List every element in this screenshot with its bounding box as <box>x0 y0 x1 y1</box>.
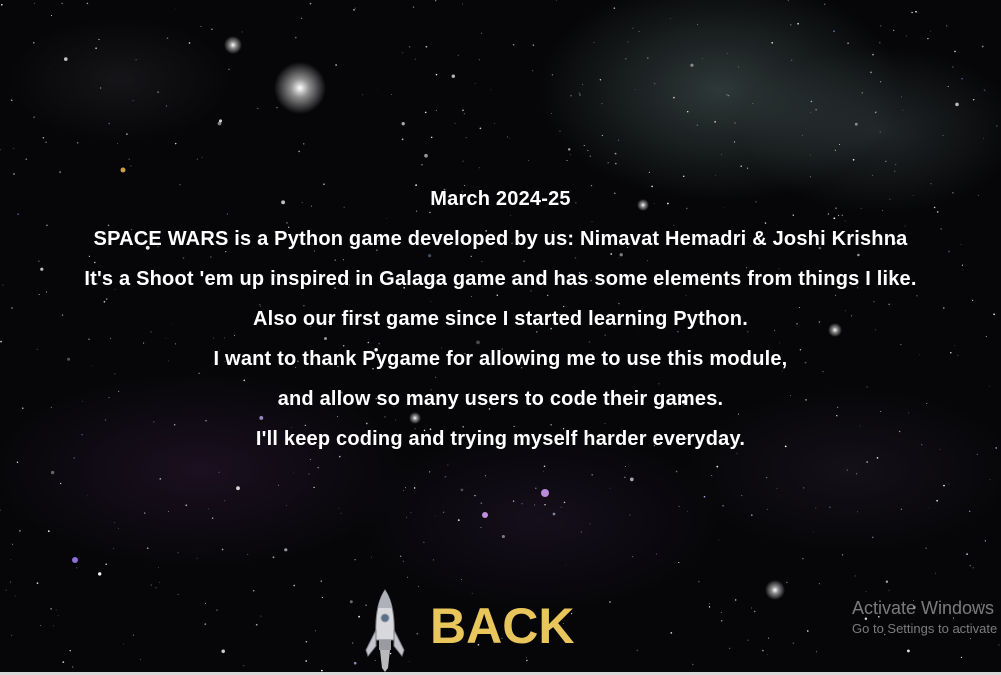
credits-date: March 2024-25 <box>430 188 571 210</box>
credits-line-developers: SPACE WARS is a Python game developed by… <box>93 228 908 250</box>
credits-line-inspiration: It's a Shoot 'em up inspired in Galaga g… <box>84 268 917 290</box>
game-screen: March 2024-25 SPACE WARS is a Python gam… <box>0 0 1001 675</box>
credits-line-first-game: Also our first game since I started lear… <box>253 308 748 330</box>
watermark-title: Activate Windows <box>852 598 995 618</box>
credits-line-thanks: I want to thank Pygame for allowing me t… <box>213 348 788 370</box>
credits-line-keep-coding: I'll keep coding and trying myself harde… <box>255 428 746 450</box>
credits-text: March 2024-25 SPACE WARS is a Python gam… <box>0 183 1001 463</box>
rocket-icon <box>365 589 405 672</box>
watermark-subtitle: Go to Settings to activate Windows. <box>852 621 1001 636</box>
activate-windows-watermark: Activate Windows Go to Settings to activ… <box>852 597 1001 639</box>
back-button[interactable]: BACK <box>430 598 585 654</box>
credits-line-users: and allow so many users to code their ga… <box>277 388 724 410</box>
